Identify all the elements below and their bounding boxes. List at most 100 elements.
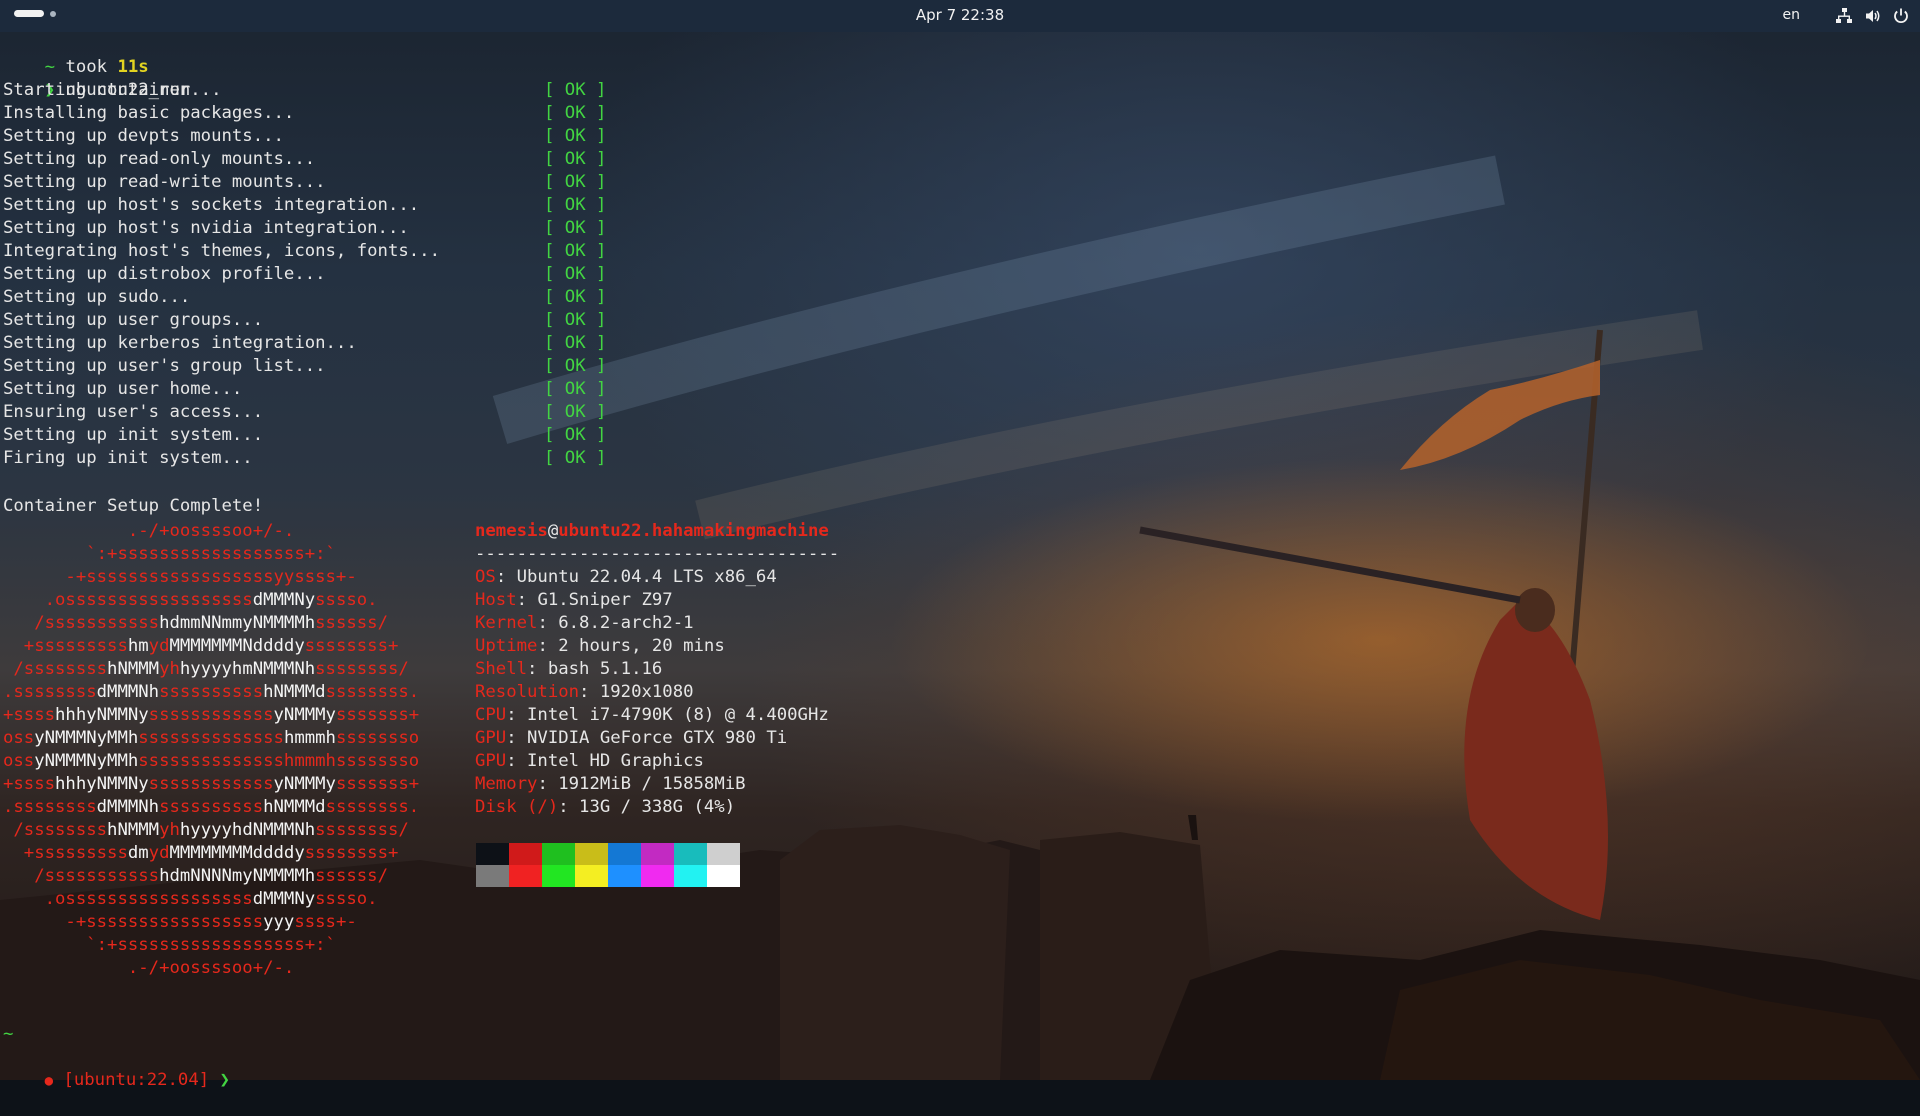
logo-segment: ssss+- bbox=[294, 912, 357, 932]
logo-segment: +sssssssss bbox=[3, 843, 128, 863]
logo-line: /ssssssssssshdmNNNNmyNMMMMhssssss/ bbox=[3, 865, 419, 888]
logo-segment: dMMMNh bbox=[96, 797, 160, 817]
info-value: Intel i7-4790K (8) @ 4.400GHz bbox=[527, 705, 829, 725]
logo-line: +sssssssssdmydMMMMMMMMddddyssssssss+ bbox=[3, 842, 419, 865]
final-prompt-line[interactable]: ● [ubuntu:22.04] ❯ bbox=[3, 1046, 230, 1090]
info-colon: : bbox=[558, 797, 580, 817]
palette-swatch bbox=[707, 843, 740, 865]
logo-line: /ssssssssssshdmmNNmmyNMMMMhssssss/ bbox=[3, 612, 419, 635]
info-value: G1.Sniper Z97 bbox=[537, 590, 673, 610]
info-row: GPU: Intel HD Graphics bbox=[475, 750, 839, 773]
info-value: Ubuntu 22.04.4 LTS x86_64 bbox=[516, 567, 777, 587]
info-row: Resolution: 1920x1080 bbox=[475, 681, 839, 704]
workspace-indicator-dot bbox=[50, 10, 56, 17]
setup-step-text: Setting up read-write mounts... bbox=[3, 172, 326, 192]
logo-segment: sssso. bbox=[315, 590, 378, 610]
logo-segment: .-/+oossssoo+/-. bbox=[3, 958, 295, 978]
ok-status: [ OK ] bbox=[544, 195, 607, 215]
logo-segment: ssssssss. bbox=[325, 682, 420, 702]
info-colon: : bbox=[537, 613, 559, 633]
info-key: GPU bbox=[475, 751, 507, 771]
activities-button[interactable] bbox=[14, 10, 56, 17]
status-bullet-icon: ● bbox=[44, 1073, 54, 1089]
info-value: bash 5.1.16 bbox=[547, 659, 663, 679]
ok-status: [ OK ] bbox=[544, 379, 607, 399]
user-host-line: nemesis@ubuntu22.hahamakingmachine bbox=[475, 520, 839, 543]
info-value: 13G / 338G (4%) bbox=[579, 797, 736, 817]
logo-line: `:+ssssssssssssssssss+:` bbox=[3, 934, 419, 957]
logo-segment: ssssss/ bbox=[315, 613, 388, 633]
setup-step-text: Setting up user groups... bbox=[3, 310, 264, 330]
final-prompt-tilde: ~ bbox=[3, 1023, 13, 1046]
info-row: Shell: bash 5.1.16 bbox=[475, 658, 839, 681]
ok-status: [ OK ] bbox=[544, 356, 607, 376]
logo-segment: dMMMNy bbox=[252, 889, 316, 909]
palette-normal-row bbox=[476, 843, 740, 865]
network-icon[interactable] bbox=[1835, 7, 1853, 25]
logo-line: ossyNMMMNyMMhsssssssssssssshmmmhssssssso bbox=[3, 727, 419, 750]
info-separator: ----------------------------------- bbox=[475, 544, 840, 564]
ok-status: [ OK ] bbox=[544, 126, 607, 146]
setup-step-text: Setting up sudo... bbox=[3, 287, 191, 307]
power-icon[interactable] bbox=[1892, 7, 1910, 25]
logo-segment: ssssssss/ bbox=[315, 659, 409, 679]
info-colon: : bbox=[527, 659, 548, 679]
info-colon: : bbox=[506, 751, 528, 771]
ok-status: [ OK ] bbox=[544, 80, 607, 100]
info-value: 1920x1080 bbox=[599, 682, 694, 702]
setup-step-text: Setting up host's sockets integration... bbox=[3, 195, 420, 215]
logo-segment: hNMMMd bbox=[263, 797, 326, 817]
logo-segment: /sssssssssss bbox=[3, 613, 160, 633]
logo-segment: hmmmh bbox=[283, 728, 336, 748]
info-key: Memory bbox=[475, 774, 538, 794]
logo-line: +ssssssssshmydMMMMMMMNddddyssssssss+ bbox=[3, 635, 419, 658]
ok-status: [ OK ] bbox=[544, 425, 607, 445]
logo-segment: dMMMNh bbox=[96, 682, 160, 702]
logo-line: +sssshhhyNMMNyssssssssssssyNMMMysssssss+ bbox=[3, 773, 419, 796]
logo-segment: ssssssss+ bbox=[304, 636, 399, 656]
command-line: ❯ ubuntu22_run bbox=[3, 56, 191, 100]
logo-segment: yNMMMNyMMh bbox=[34, 751, 139, 771]
logo-line: .ossssssssssssssssssdMMMNysssso. bbox=[3, 589, 419, 612]
palette-swatch bbox=[674, 865, 707, 887]
logo-line: -+sssssssssssssssssyyyssss+- bbox=[3, 911, 419, 934]
terminal-output[interactable]: ~ took 11s ❯ ubuntu22_run Starting conta… bbox=[0, 32, 1920, 1090]
info-key: Uptime bbox=[475, 636, 538, 656]
logo-segment: hhhyNMMNy bbox=[55, 705, 149, 725]
logo-segment: yd bbox=[148, 843, 170, 863]
info-row: Memory: 1912MiB / 15858MiB bbox=[475, 773, 839, 796]
info-row: Kernel: 6.8.2-arch2-1 bbox=[475, 612, 839, 635]
info-rows: OS: Ubuntu 22.04.4 LTS x86_64 Host: G1.Sn… bbox=[475, 566, 839, 819]
info-colon: : bbox=[495, 567, 517, 587]
setup-step-text: Installing basic packages... bbox=[3, 103, 295, 123]
logo-segment: ssssssss+ bbox=[304, 843, 399, 863]
logo-line: .-/+oossssoo+/-. bbox=[3, 520, 419, 543]
volume-icon[interactable] bbox=[1864, 7, 1882, 25]
keyboard-language-indicator[interactable]: en bbox=[1783, 7, 1801, 23]
info-row: Host: G1.Sniper Z97 bbox=[475, 589, 839, 612]
setup-step-text: Integrating host's themes, icons, fonts.… bbox=[3, 241, 440, 261]
info-row: Uptime: 2 hours, 20 mins bbox=[475, 635, 839, 658]
logo-segment: .ossssssssssssssssss bbox=[3, 590, 253, 610]
info-value: 1912MiB / 15858MiB bbox=[558, 774, 746, 794]
setup-step-text: Ensuring user's access... bbox=[3, 402, 264, 422]
ok-status: [ OK ] bbox=[544, 402, 607, 422]
ok-status: [ OK ] bbox=[544, 149, 607, 169]
ok-status: [ OK ] bbox=[544, 310, 607, 330]
logo-segment: yh bbox=[159, 820, 180, 840]
info-value: 2 hours, 20 mins bbox=[558, 636, 725, 656]
at-sign: @ bbox=[547, 521, 559, 541]
ok-status: [ OK ] bbox=[544, 103, 607, 123]
clock[interactable]: Apr 7 22:38 bbox=[916, 6, 1004, 24]
ok-status: [ OK ] bbox=[544, 218, 607, 238]
logo-line: .ossssssssssssssssssdMMMNysssso. bbox=[3, 888, 419, 911]
info-key: CPU bbox=[475, 705, 507, 725]
palette-swatch bbox=[509, 865, 542, 887]
logo-segment: ssssssssss bbox=[159, 797, 264, 817]
ok-status: [ OK ] bbox=[544, 333, 607, 353]
logo-segment: ssssss/ bbox=[315, 866, 388, 886]
ok-status: [ OK ] bbox=[544, 241, 607, 261]
info-row: Disk (/): 13G / 338G (4%) bbox=[475, 796, 839, 819]
setup-step-text: Setting up user home... bbox=[3, 379, 243, 399]
logo-segment: ssssssssssssss bbox=[138, 728, 284, 748]
